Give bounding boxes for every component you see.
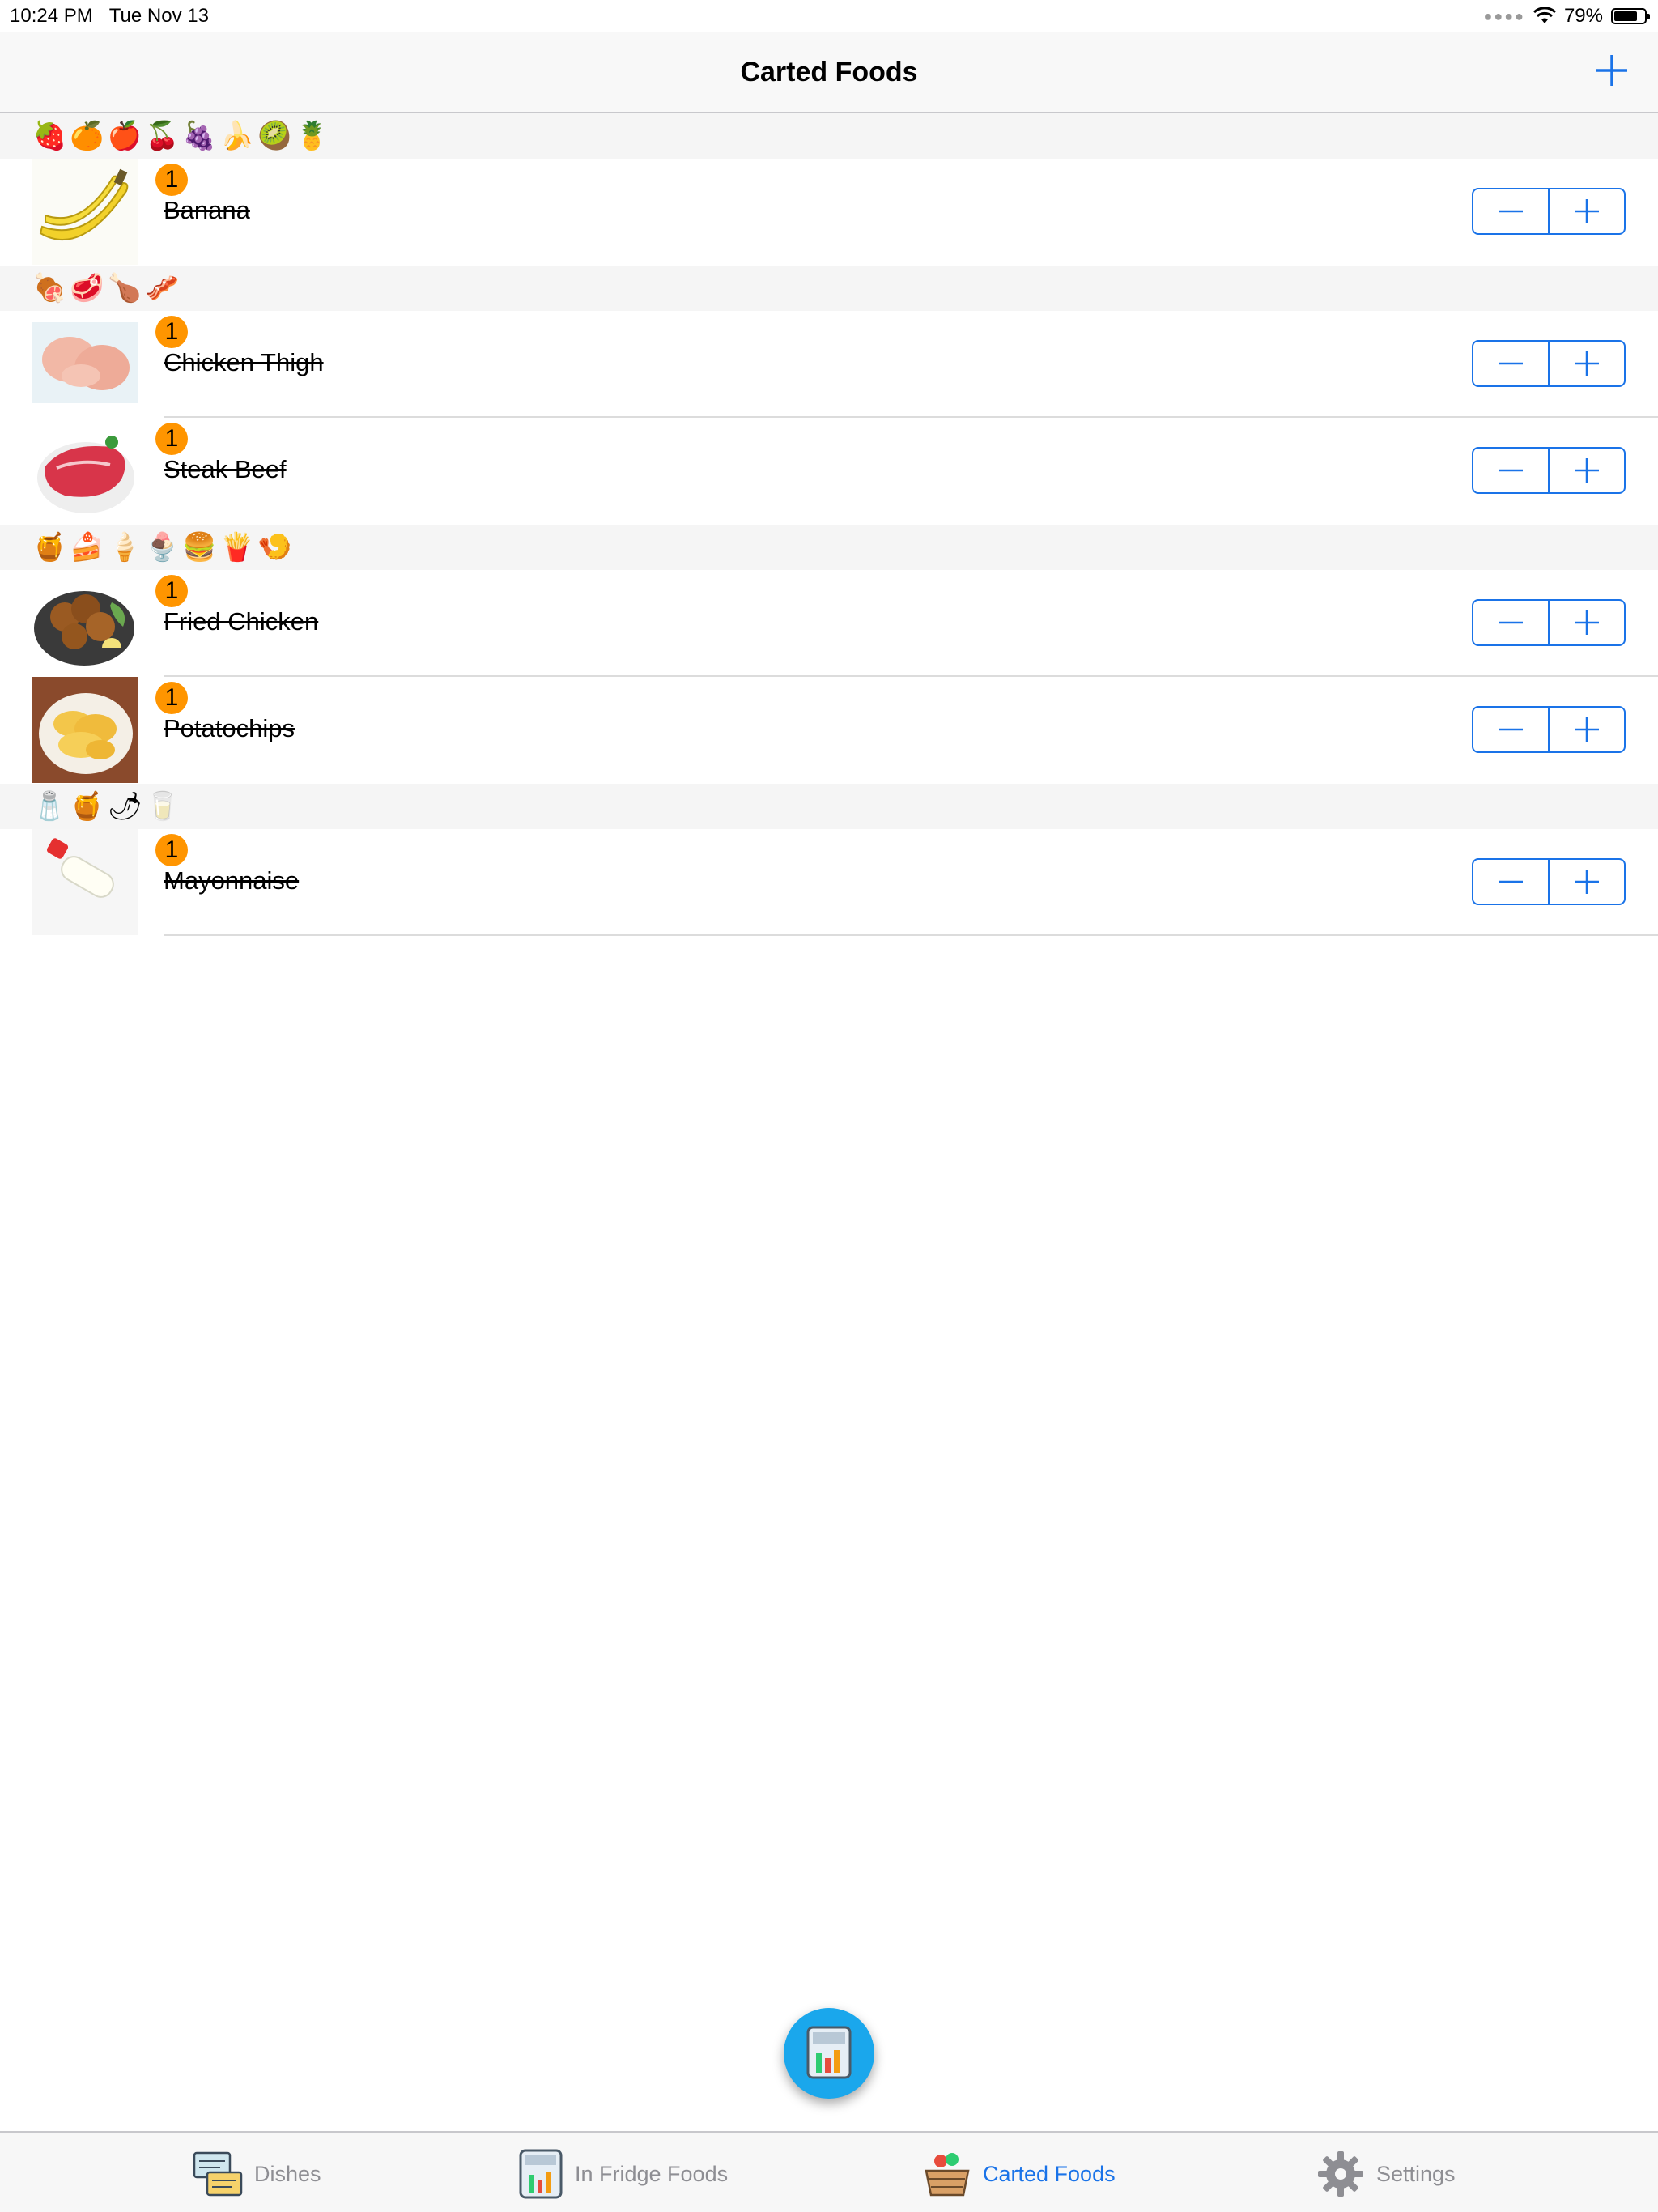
- increment-button[interactable]: [1548, 449, 1624, 492]
- section-category-emojis: 🧂🍯🌶🥛: [32, 790, 184, 823]
- quantity-badge: 1: [155, 423, 188, 455]
- quantity-stepper: [1472, 188, 1626, 235]
- quantity-badge: 1: [155, 316, 188, 348]
- quantity-stepper: [1472, 706, 1626, 753]
- food-thumbnail: [32, 418, 138, 524]
- minus-icon: [1499, 728, 1523, 731]
- tab-settings[interactable]: Settings: [1316, 2149, 1456, 2199]
- plus-icon: [1575, 199, 1599, 223]
- tab-carted-foods[interactable]: Carted Foods: [923, 2149, 1116, 2199]
- plus-icon: [1575, 610, 1599, 635]
- navigation-bar: Carted Foods: [0, 32, 1658, 113]
- food-name: Chicken Thigh: [164, 348, 324, 376]
- quantity-stepper: [1472, 599, 1626, 646]
- plus-icon: [1575, 870, 1599, 894]
- food-row-banana[interactable]: 1 Banana: [0, 159, 1658, 266]
- increment-button[interactable]: [1548, 708, 1624, 751]
- tab-label-carted-foods: Carted Foods: [983, 2161, 1116, 2186]
- minus-icon: [1499, 880, 1523, 883]
- quantity-stepper: [1472, 858, 1626, 905]
- section-header: 🍯🍰🍦🍨🍔🍟🍤: [0, 525, 1658, 570]
- minus-icon: [1499, 210, 1523, 213]
- quantity-stepper: [1472, 340, 1626, 387]
- food-name: Steak Beef: [164, 455, 287, 483]
- plus-icon: [1575, 351, 1599, 376]
- status-indicators: ●●●● 79%: [1483, 5, 1650, 28]
- food-name: Potatochips: [164, 714, 295, 742]
- decrement-button[interactable]: [1473, 601, 1548, 644]
- basket-icon: [925, 2153, 970, 2197]
- minus-icon: [1499, 621, 1523, 624]
- tab-in-fridge-foods[interactable]: In Fridge Foods: [518, 2149, 728, 2199]
- tab-dishes[interactable]: Dishes: [193, 2149, 321, 2199]
- food-row-mayonnaise[interactable]: 1 Mayonnaise: [0, 829, 1658, 936]
- row-divider: [164, 934, 1658, 936]
- food-thumbnail: [32, 829, 138, 935]
- food-row-chicken-thigh[interactable]: 1 Chicken Thigh: [0, 311, 1658, 418]
- food-row-fried-chicken[interactable]: 1 Fried Chicken: [0, 570, 1658, 677]
- food-name: Mayonnaise: [164, 866, 300, 895]
- section-header: 🧂🍯🌶🥛: [0, 784, 1658, 829]
- section-category-emojis: 🍖🥩🍗🥓: [32, 272, 183, 304]
- section-header: 🍓🍊🍎🍒🍇🍌🥝🍍: [0, 113, 1658, 159]
- dishes-icon: [193, 2151, 243, 2197]
- battery-percent: 79%: [1563, 5, 1603, 27]
- tab-label-dishes: Dishes: [254, 2161, 321, 2186]
- decrement-button[interactable]: [1473, 860, 1548, 904]
- plus-icon: [1575, 717, 1599, 742]
- food-thumbnail: [32, 677, 138, 783]
- food-row-steak-beef[interactable]: 1 Steak Beef: [0, 418, 1658, 525]
- quantity-badge: 1: [155, 575, 188, 607]
- fridge-icon: [519, 2149, 563, 2199]
- food-row-potatochips[interactable]: 1 Potatochips: [0, 677, 1658, 784]
- increment-button[interactable]: [1548, 601, 1624, 644]
- add-item-plus-icon[interactable]: [1593, 52, 1630, 89]
- tab-label-in-fridge-foods: In Fridge Foods: [575, 2161, 729, 2186]
- carted-foods-list: 🍓🍊🍎🍒🍇🍌🥝🍍 1 Banana 🍖🥩🍗🥓 1 Chicken Thigh 1 Steak …: [0, 113, 1658, 936]
- page-title: Carted Foods: [740, 57, 918, 87]
- gear-icon: [1318, 2151, 1363, 2197]
- quantity-badge: 1: [155, 682, 188, 714]
- increment-button[interactable]: [1548, 342, 1624, 385]
- quantity-badge: 1: [155, 164, 188, 196]
- food-name: Banana: [164, 196, 250, 224]
- food-name: Fried Chicken: [164, 607, 319, 636]
- fridge-fab-button[interactable]: [784, 2008, 874, 2099]
- quantity-stepper: [1472, 447, 1626, 494]
- plus-icon: [1575, 458, 1599, 483]
- minus-icon: [1499, 469, 1523, 472]
- decrement-button[interactable]: [1473, 449, 1548, 492]
- tab-bar: Dishes In Fridge Foods Carted Foods Sett…: [0, 2131, 1658, 2212]
- battery-icon: [1611, 8, 1650, 24]
- increment-button[interactable]: [1548, 860, 1624, 904]
- minus-icon: [1499, 362, 1523, 365]
- tab-label-settings: Settings: [1376, 2161, 1456, 2186]
- food-thumbnail: [32, 570, 138, 676]
- decrement-button[interactable]: [1473, 189, 1548, 233]
- status-time: 10:24 PM Tue Nov 13: [10, 5, 209, 27]
- decrement-button[interactable]: [1473, 708, 1548, 751]
- fridge-icon: [806, 2026, 852, 2079]
- food-thumbnail: [32, 311, 138, 417]
- quantity-badge: 1: [155, 834, 188, 866]
- section-category-emojis: 🍓🍊🍎🍒🍇🍌🥝🍍: [32, 120, 333, 152]
- status-bar: 10:24 PM Tue Nov 13 ●●●● 79%: [0, 0, 1658, 32]
- cellular-signal-icon: ●●●●: [1483, 7, 1525, 24]
- wifi-icon: [1533, 7, 1556, 23]
- food-thumbnail: [32, 159, 138, 265]
- decrement-button[interactable]: [1473, 342, 1548, 385]
- section-category-emojis: 🍯🍰🍦🍨🍔🍟🍤: [32, 531, 295, 564]
- section-header: 🍖🥩🍗🥓: [0, 266, 1658, 311]
- increment-button[interactable]: [1548, 189, 1624, 233]
